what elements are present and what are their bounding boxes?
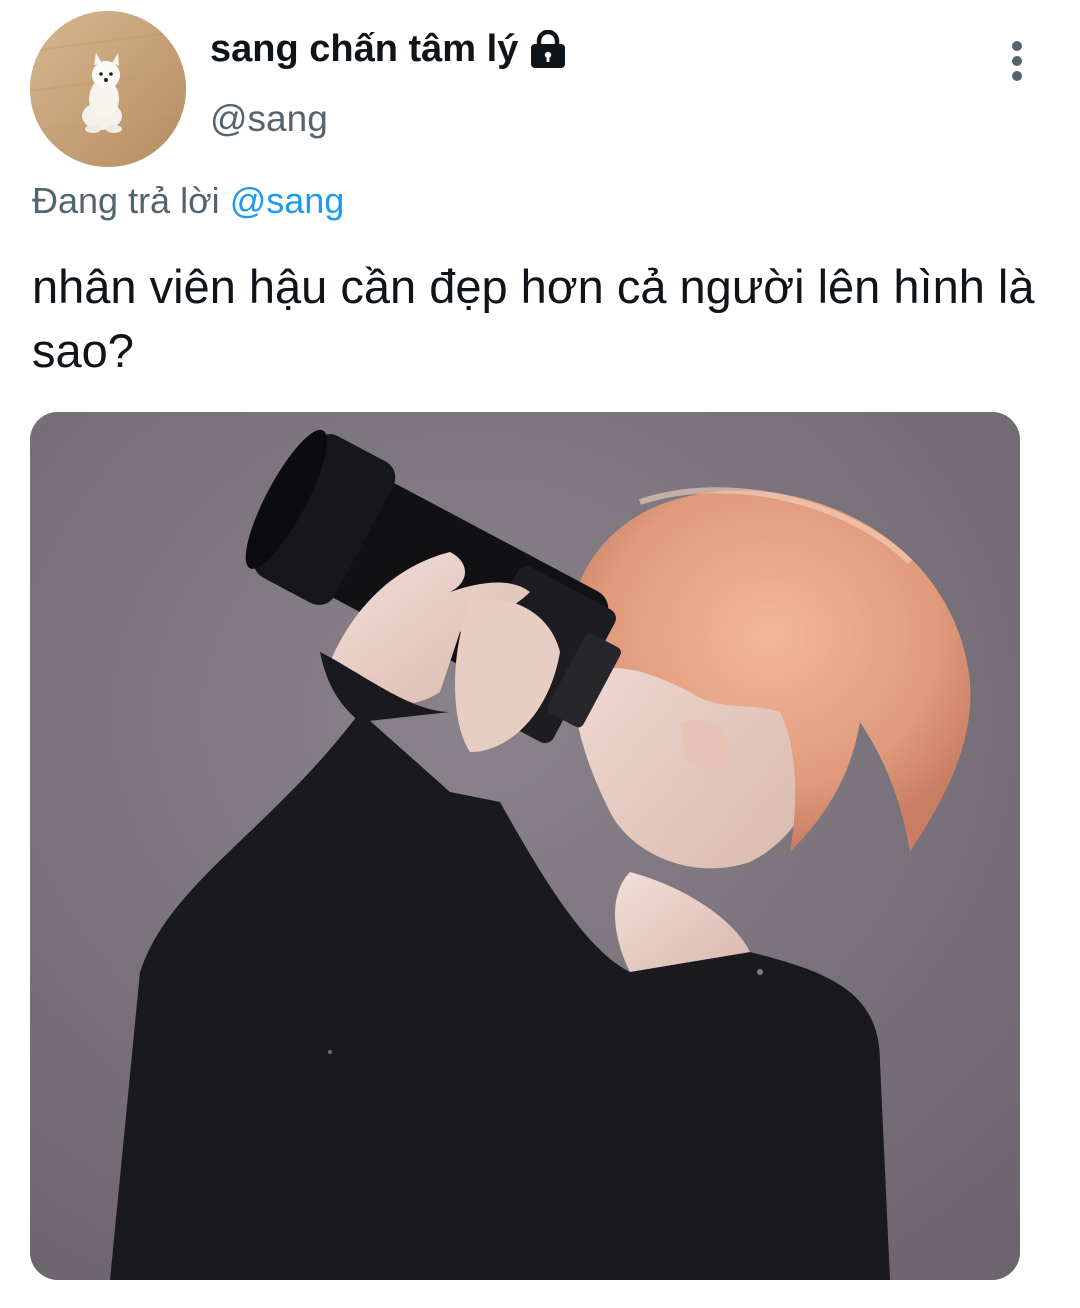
reply-mention-link[interactable]: @sang <box>230 180 345 221</box>
avatar[interactable] <box>30 11 186 167</box>
tweet-media-image[interactable] <box>30 412 1020 1280</box>
more-vertical-icon <box>1012 41 1022 81</box>
lock-icon <box>528 29 568 70</box>
tweet-text: nhân viên hậu cần đẹp hơn cả người lên h… <box>32 260 1035 377</box>
user-handle[interactable]: @sang <box>210 98 328 140</box>
reply-prefix: Đang trả lời <box>32 180 220 221</box>
photographer-photo <box>30 412 1020 1280</box>
more-options-button[interactable] <box>996 38 1038 84</box>
reply-context: Đang trả lời @sang <box>32 180 344 222</box>
display-name[interactable]: sang chấn tâm lý <box>210 28 518 71</box>
avatar-dog-image <box>30 11 186 167</box>
display-name-row[interactable]: sang chấn tâm lý <box>210 28 568 71</box>
